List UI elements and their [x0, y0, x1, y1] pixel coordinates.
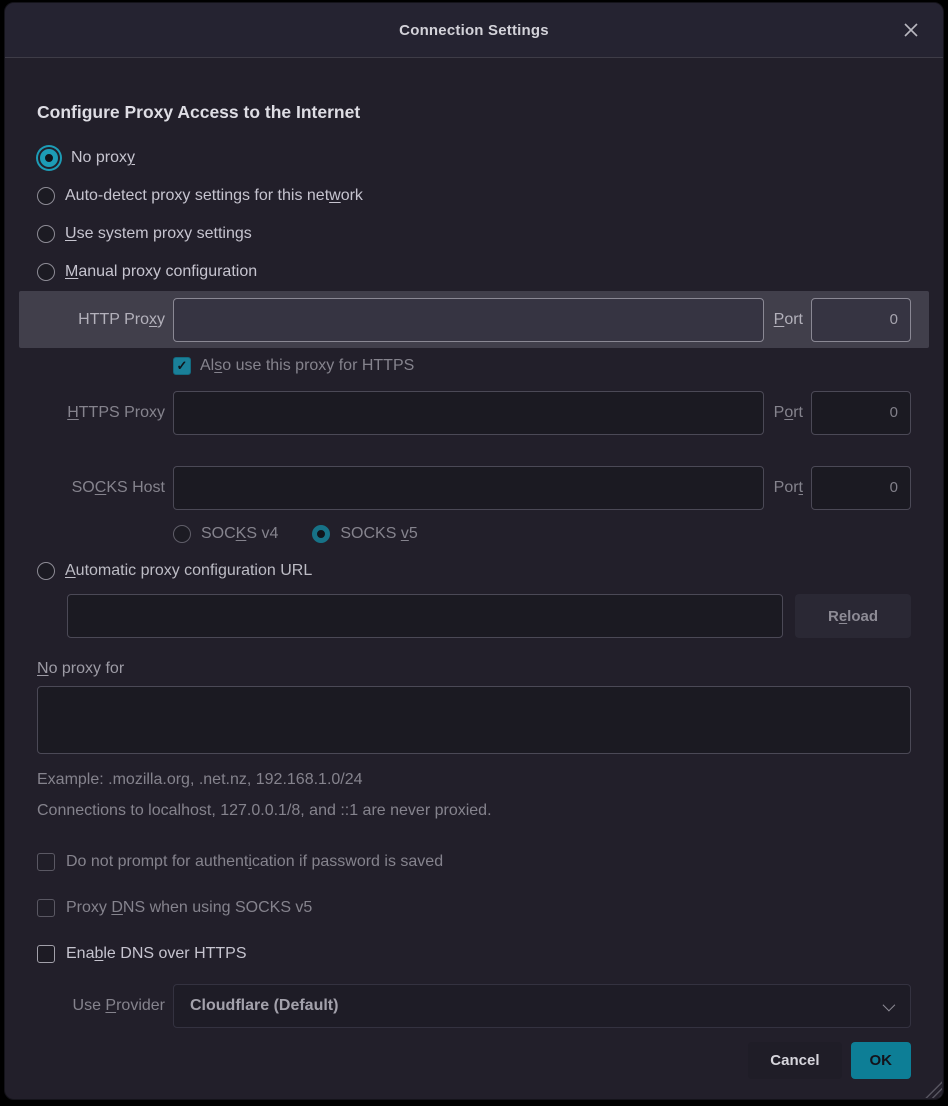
http-port-label: Port [774, 311, 803, 329]
no-proxy-example-text: Example: .mozilla.org, .net.nz, 192.168.… [37, 771, 911, 789]
http-proxy-input[interactable] [173, 298, 764, 342]
connection-settings-dialog: Connection Settings Configure Proxy Acce… [4, 2, 944, 1100]
auto-url-input[interactable] [67, 594, 783, 638]
also-https-label[interactable]: Also use this proxy for HTTPS [200, 357, 414, 375]
no-proxy-for-textarea[interactable] [37, 686, 911, 754]
provider-select[interactable]: Cloudflare (Default) [173, 984, 911, 1028]
radio-button-no-proxy[interactable] [40, 149, 58, 167]
radio-auto-url[interactable]: Automatic proxy configuration URL [37, 552, 911, 590]
chevron-down-icon [883, 998, 896, 1011]
enable-doh-row[interactable]: Enable DNS over HTTPS [37, 936, 911, 972]
radio-button-auto-detect[interactable] [37, 187, 55, 205]
radio-socks-v5[interactable]: SOCKS v5 [312, 525, 417, 543]
socks-host-label: SOCKS Host [37, 479, 165, 497]
cancel-button[interactable]: Cancel [748, 1042, 841, 1079]
use-provider-label: Use Provider [37, 997, 165, 1015]
socks-port-input[interactable] [811, 466, 911, 510]
proxy-dns-checkbox[interactable] [37, 899, 55, 917]
radio-label-socks-v4[interactable]: SOCKS v4 [201, 525, 278, 543]
radio-label-no-proxy[interactable]: No proxy [71, 149, 135, 167]
ok-button[interactable]: OK [851, 1042, 912, 1079]
https-proxy-row: HTTPS Proxy Port [19, 384, 929, 441]
radio-label-auto-url[interactable]: Automatic proxy configuration URL [65, 562, 312, 580]
radio-button-socks-v4[interactable] [173, 525, 191, 543]
socks-port-label: Port [774, 479, 803, 497]
enable-doh-checkbox[interactable] [37, 945, 55, 963]
https-port-label: Port [774, 404, 803, 422]
no-auth-prompt-checkbox[interactable] [37, 853, 55, 871]
radio-button-socks-v5[interactable] [312, 525, 330, 543]
radio-manual-proxy[interactable]: Manual proxy configuration [37, 253, 911, 291]
radio-socks-v4[interactable]: SOCKS v4 [173, 525, 278, 543]
https-proxy-input[interactable] [173, 391, 764, 435]
radio-button-manual-proxy[interactable] [37, 263, 55, 281]
socks-version-row: SOCKS v4 SOCKS v5 [173, 516, 911, 552]
http-proxy-label: HTTP Proxy [37, 311, 165, 329]
auto-url-row: Reload [37, 594, 911, 638]
socks-host-row: SOCKS Host Port [19, 459, 929, 516]
socks-host-input[interactable] [173, 466, 764, 510]
no-proxy-for-label: No proxy for [37, 660, 911, 678]
http-port-input[interactable] [811, 298, 911, 342]
radio-button-system-proxy[interactable] [37, 225, 55, 243]
radio-label-manual-proxy[interactable]: Manual proxy configuration [65, 263, 257, 281]
radio-label-socks-v5[interactable]: SOCKS v5 [340, 525, 417, 543]
radio-auto-detect[interactable]: Auto-detect proxy settings for this netw… [37, 177, 911, 215]
radio-no-proxy[interactable]: No proxy [37, 139, 911, 177]
close-button[interactable] [897, 16, 925, 44]
dialog-content: Configure Proxy Access to the Internet N… [5, 58, 943, 1099]
enable-doh-label[interactable]: Enable DNS over HTTPS [66, 945, 247, 963]
also-https-row[interactable]: ✓ Also use this proxy for HTTPS [173, 348, 911, 384]
radio-label-system-proxy[interactable]: Use system proxy settings [65, 225, 252, 243]
no-auth-prompt-label[interactable]: Do not prompt for authentication if pass… [66, 853, 443, 871]
localhost-note-text: Connections to localhost, 127.0.0.1/8, a… [37, 802, 911, 820]
radio-label-auto-detect[interactable]: Auto-detect proxy settings for this netw… [65, 187, 363, 205]
close-icon [902, 21, 920, 39]
radio-button-auto-url[interactable] [37, 562, 55, 580]
dialog-titlebar: Connection Settings [5, 3, 943, 58]
https-port-input[interactable] [811, 391, 911, 435]
dialog-footer: Cancel OK [37, 1042, 911, 1079]
reload-button[interactable]: Reload [795, 594, 911, 638]
proxy-dns-label[interactable]: Proxy DNS when using SOCKS v5 [66, 899, 312, 917]
radio-system-proxy[interactable]: Use system proxy settings [37, 215, 911, 253]
check-icon: ✓ [177, 358, 188, 374]
no-auth-prompt-row[interactable]: Do not prompt for authentication if pass… [37, 844, 911, 880]
dialog-title: Connection Settings [399, 22, 549, 39]
https-proxy-label: HTTPS Proxy [37, 404, 165, 422]
http-proxy-row: HTTP Proxy Port [19, 291, 929, 348]
also-https-checkbox[interactable]: ✓ [173, 357, 191, 375]
doh-provider-row: Use Provider Cloudflare (Default) [37, 984, 911, 1028]
provider-selected-value: Cloudflare (Default) [190, 997, 338, 1015]
page-title: Configure Proxy Access to the Internet [37, 102, 911, 123]
proxy-dns-row[interactable]: Proxy DNS when using SOCKS v5 [37, 890, 911, 926]
